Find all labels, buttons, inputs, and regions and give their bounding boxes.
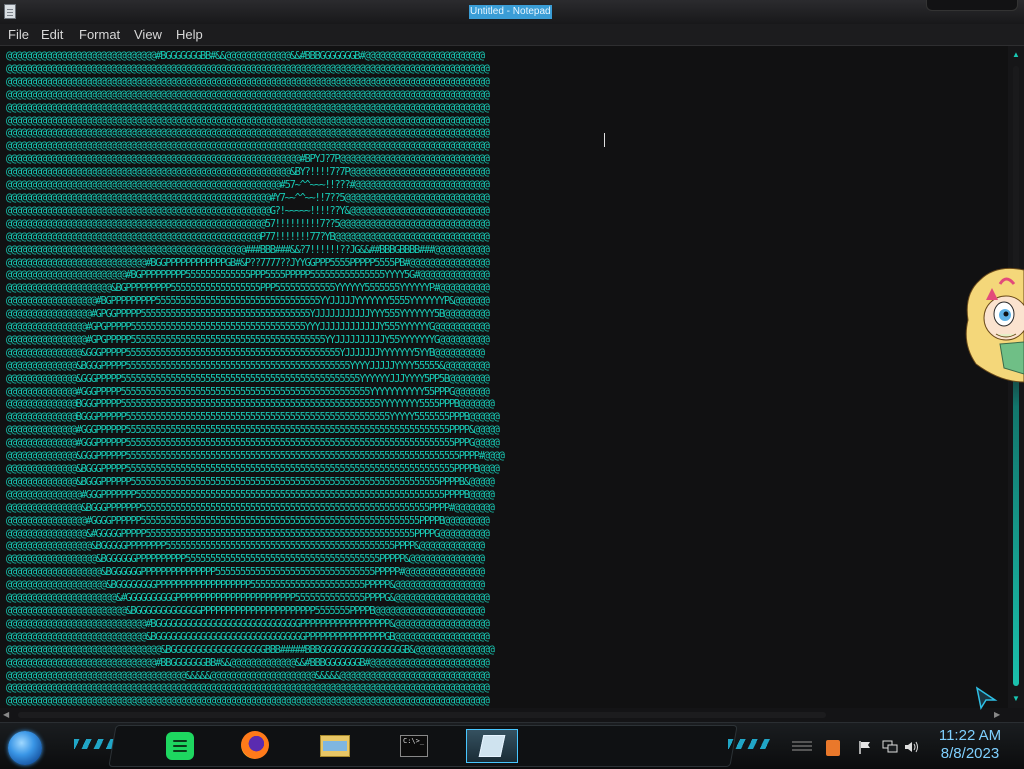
scroll-left-arrow-icon[interactable]: ◀ [3,708,15,722]
folder-icon [320,735,350,757]
volume-icon[interactable] [904,740,920,754]
menu-file[interactable]: File [8,27,29,42]
taskbar-clock[interactable]: 11:22 AM 8/8/2023 [930,727,1010,763]
menu-view[interactable]: View [134,27,162,42]
network-icon[interactable] [882,740,898,754]
taskbar-glow-decoration [728,739,772,749]
tray-overflow-icon[interactable] [792,741,812,751]
window-controls-frame [926,0,1018,11]
scrollbar-corner [1008,708,1024,722]
editor-text[interactable]: @@@@@@@@@@@@@@@@@@@@@@@@@@@@@@#BGGGGGGGB… [6,50,505,708]
clock-time: 11:22 AM [938,727,1002,744]
start-orb-icon[interactable] [8,731,42,765]
taskbar-spotify-button[interactable] [160,729,200,763]
action-center-flag-icon[interactable] [858,740,872,754]
scroll-right-arrow-icon[interactable]: ▶ [994,708,1006,722]
java-icon[interactable] [826,740,840,756]
taskbar-firefox-button[interactable] [236,729,276,763]
taskbar-explorer-button[interactable] [316,729,356,763]
taskbar-cmd-button[interactable]: C:\>_ [394,729,434,763]
window-title: Untitled - Notepad [469,5,552,19]
title-bar[interactable]: Untitled - Notepad [0,0,1024,25]
mouse-cursor-icon [975,686,998,710]
text-caret [604,133,605,147]
taskbar: C:\>_ 11:22 AM 8/8/2023 [0,722,1024,769]
scroll-up-arrow-icon[interactable]: ▲ [1008,48,1024,62]
menu-help[interactable]: Help [176,27,203,42]
scroll-down-arrow-icon[interactable]: ▼ [1008,692,1024,706]
text-editor[interactable]: @@@@@@@@@@@@@@@@@@@@@@@@@@@@@@#BGGGGGGGB… [0,46,1008,708]
spotify-icon [166,732,194,760]
menu-format[interactable]: Format [79,27,120,42]
notepad-icon [478,735,506,757]
notepad-icon[interactable] [4,4,16,19]
firefox-icon [241,731,269,759]
terminal-icon: C:\>_ [400,735,428,757]
cartoon-character-sticker [965,267,1024,383]
horizontal-scrollbar[interactable]: ◀ ▶ [0,708,1008,722]
taskbar-notepad-button[interactable] [466,729,518,763]
menu-edit[interactable]: Edit [41,27,63,42]
menu-bar: File Edit Format View Help [0,24,1024,46]
clock-date: 8/8/2023 [940,745,1000,762]
horizontal-scroll-thumb[interactable] [18,712,826,718]
